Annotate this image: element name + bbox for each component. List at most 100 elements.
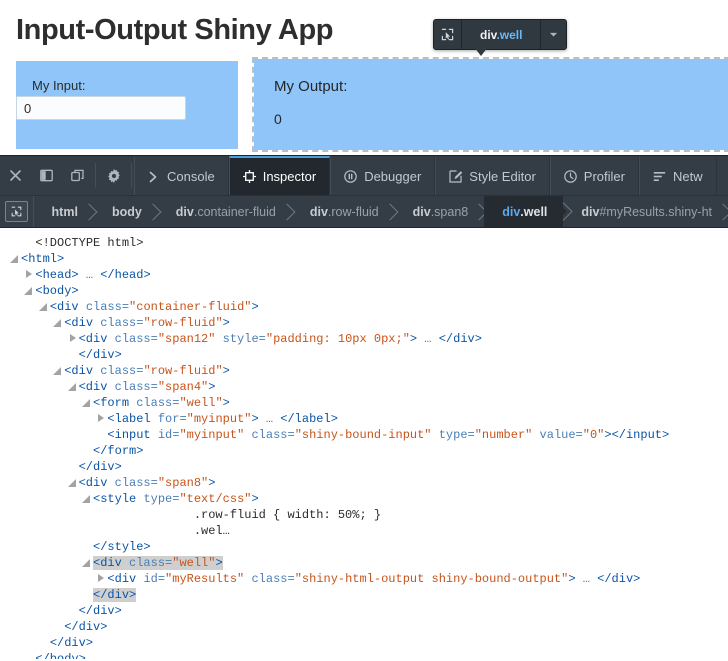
markup-token: class= — [136, 396, 180, 410]
markup-line[interactable]: </div> — [0, 603, 728, 619]
collapse-triangle-icon[interactable] — [10, 254, 19, 263]
tab-console-label: Console — [167, 169, 215, 184]
collapse-triangle-icon[interactable] — [24, 286, 33, 295]
node-infobar-badge[interactable]: div.well — [433, 19, 568, 50]
markup-token: id= — [143, 572, 166, 586]
markup-token: <label — [107, 412, 158, 426]
node-badge-label: div.well — [462, 20, 542, 49]
markup-line[interactable]: <style type="text/css"> — [0, 491, 728, 507]
breadcrumb-item-div.row-fluid[interactable]: div .row-fluid — [292, 196, 395, 227]
markup-token: type= — [143, 492, 180, 506]
markup-token: <div — [64, 364, 101, 378]
markup-token: "span4" — [157, 380, 209, 394]
markup-line[interactable]: <input id="myinput" class="shiny-bound-i… — [0, 427, 728, 443]
breadcrumb-item-div.span8[interactable]: div .span8 — [395, 196, 485, 227]
markup-token — [532, 428, 539, 442]
separate-window-icon[interactable] — [62, 156, 93, 195]
collapse-triangle-icon[interactable] — [38, 302, 48, 311]
breadcrumb-suffix: .well — [520, 204, 548, 219]
markup-token: "span8" — [157, 476, 209, 490]
markup-line[interactable]: <!DOCTYPE html> — [0, 235, 728, 251]
markup-line[interactable]: <div id="myResults" class="shiny-html-ou… — [0, 571, 728, 587]
markup-line[interactable]: .wel… — [0, 523, 728, 539]
dock-side-icon[interactable] — [31, 156, 62, 195]
expand-triangle-icon[interactable] — [24, 270, 33, 279]
markup-token: class= — [251, 428, 295, 442]
markup-token: "myinput" — [186, 412, 252, 426]
close-icon[interactable] — [0, 156, 31, 195]
markup-line[interactable]: .row-fluid { width: 50%; } — [0, 507, 728, 523]
tab-network[interactable]: Netw — [638, 156, 717, 195]
markup-line[interactable]: </div> — [0, 635, 728, 651]
markup-indent — [10, 524, 183, 538]
markup-token: id= — [157, 428, 180, 442]
markup-view[interactable]: <!DOCTYPE html> <html> <head> … </head> <… — [0, 228, 728, 659]
tab-style-editor[interactable]: Style Editor — [435, 156, 550, 195]
gear-icon[interactable] — [98, 156, 129, 195]
markup-token: ></input> — [604, 428, 670, 442]
collapse-triangle-icon[interactable] — [82, 494, 91, 503]
markup-line[interactable]: </div> — [0, 347, 728, 363]
markup-line[interactable]: </body> — [0, 651, 728, 659]
markup-line[interactable]: </div> — [0, 459, 728, 475]
markup-line[interactable]: <html> — [0, 251, 728, 267]
tab-inspector[interactable]: Inspector — [228, 156, 331, 195]
page-title: Input-Output Shiny App — [16, 14, 334, 46]
markup-line[interactable]: <div class="span4"> — [0, 379, 728, 395]
chevron-down-icon[interactable] — [541, 20, 566, 49]
markup-line[interactable]: </div> — [0, 619, 728, 635]
markup-line-content: <style type="text/css"> — [93, 492, 259, 506]
breadcrumb-item-body[interactable]: body — [94, 196, 158, 227]
markup-line[interactable]: <div class="span8"> — [0, 475, 728, 491]
markup-line[interactable]: <div class="row-fluid"> — [0, 363, 728, 379]
breadcrumb-item-div.container-fluid[interactable]: div .container-fluid — [158, 196, 292, 227]
markup-token: <body> — [35, 284, 79, 298]
markup-line-content: </div> — [93, 588, 137, 602]
toolbar-divider-2 — [131, 163, 132, 188]
markup-token: "shiny-html-output shiny-bound-output" — [294, 572, 569, 586]
markup-token: </div> — [78, 348, 122, 362]
collapse-triangle-icon[interactable] — [67, 382, 77, 391]
markup-line[interactable]: <div class="container-fluid"> — [0, 299, 728, 315]
breadcrumb-suffix: .row-fluid — [327, 204, 379, 219]
collapse-triangle-icon[interactable] — [53, 366, 62, 375]
markup-line[interactable]: <label for="myinput"> … </label> — [0, 411, 728, 427]
node-picker-button[interactable] — [0, 196, 34, 227]
collapse-triangle-icon[interactable] — [53, 318, 62, 327]
markup-line[interactable]: <div class="row-fluid"> — [0, 315, 728, 331]
markup-token: <div — [49, 300, 86, 314]
collapse-triangle-icon[interactable] — [67, 478, 77, 487]
collapse-triangle-icon[interactable] — [82, 398, 91, 407]
markup-token: .row-fluid { width: 50%; } — [193, 508, 382, 522]
markup-indent — [10, 636, 39, 650]
markup-line[interactable]: <div class="span12" style="padding: 10px… — [0, 331, 728, 347]
expand-triangle-icon[interactable] — [68, 334, 77, 343]
breadcrumb-item-div#myResults.shiny-ht[interactable]: div #myResults.shiny-ht — [563, 196, 728, 227]
node-badge-class: .well — [496, 27, 523, 42]
markup-line[interactable]: </style> — [0, 539, 728, 555]
markup-line[interactable]: <form class="well"> — [0, 395, 728, 411]
expand-triangle-icon[interactable] — [96, 574, 105, 583]
my-input-field[interactable] — [16, 96, 186, 120]
markup-line[interactable]: <head> … </head> — [0, 267, 728, 283]
markup-line[interactable]: <div class="well"> — [0, 555, 728, 571]
my-output-value: 0 — [274, 111, 282, 127]
markup-token: </form> — [93, 444, 144, 458]
node-picker-icon[interactable] — [434, 20, 462, 49]
markup-line[interactable]: </form> — [0, 443, 728, 459]
markup-line[interactable]: </div> — [0, 587, 728, 603]
markup-token: </head> — [100, 268, 151, 282]
tab-profiler[interactable]: Profiler — [549, 156, 639, 195]
breadcrumb-item-div.well[interactable]: div .well — [484, 196, 564, 227]
markup-token: > — [251, 300, 259, 314]
tab-debugger[interactable]: Debugger — [330, 156, 436, 195]
markup-token: > — [208, 476, 216, 490]
expand-triangle-icon[interactable] — [96, 414, 105, 423]
collapse-triangle-icon[interactable] — [82, 558, 91, 567]
breadcrumb-suffix: #myResults.shiny-ht — [599, 204, 712, 219]
breadcrumb-item-html[interactable]: html — [34, 196, 94, 227]
tab-console[interactable]: Console — [134, 156, 229, 195]
markup-token: <div — [78, 476, 115, 490]
breadcrumb-tag: body — [111, 204, 142, 219]
markup-line[interactable]: <body> — [0, 283, 728, 299]
